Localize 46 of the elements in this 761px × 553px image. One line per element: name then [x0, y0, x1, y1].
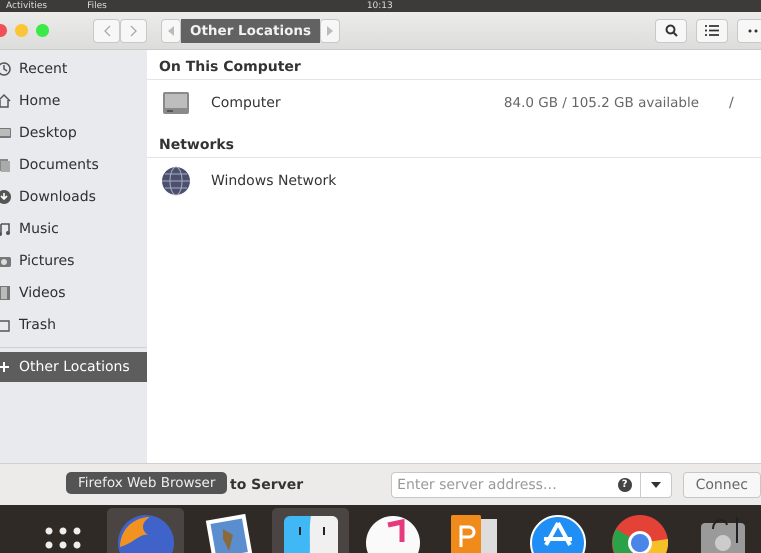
desktop-icon	[0, 125, 12, 141]
help-badge[interactable]: ?	[618, 478, 632, 492]
connect-label: to Server	[230, 476, 304, 492]
film-icon	[0, 285, 12, 301]
chrome-icon	[612, 513, 668, 553]
home-icon	[0, 93, 12, 109]
clock[interactable]: 10:13	[366, 1, 393, 11]
app-menu[interactable]: Files	[87, 1, 107, 11]
search-button[interactable]	[655, 18, 687, 42]
triangle-right-icon	[327, 26, 334, 36]
tooltip: Firefox Web Browser	[66, 472, 228, 494]
list-view-button[interactable]	[696, 18, 728, 42]
sidebar-item[interactable]: Recent	[0, 53, 147, 85]
music-icon	[0, 221, 12, 237]
location-row[interactable]: Computer 84.0 GB / 105.2 GB available /	[147, 80, 761, 126]
sidebar-item[interactable]: Downloads	[0, 181, 147, 213]
section-heading: On This Computer	[147, 55, 761, 80]
documents-icon	[0, 157, 12, 173]
sidebar-item[interactable]: Music	[0, 213, 147, 245]
path-crumb[interactable]: Other Locations	[181, 18, 320, 42]
connect-button[interactable]: Connec	[682, 472, 761, 498]
app-store-icon	[530, 513, 586, 553]
sidebar-item[interactable]: Videos	[0, 277, 147, 309]
activities-button[interactable]: Activities	[6, 1, 48, 11]
sidebar-item[interactable]: Home	[0, 85, 147, 117]
chevron-right-icon	[130, 24, 138, 36]
sidebar-item[interactable]: Other Locations	[0, 352, 147, 382]
more-button[interactable]	[737, 18, 761, 42]
list-icon	[705, 25, 719, 36]
caret-icon	[650, 482, 661, 488]
search-icon	[664, 24, 678, 37]
sidebar-item[interactable]: Pictures	[0, 245, 147, 277]
sidebar-item[interactable]: Trash	[0, 309, 147, 341]
chevron-left-icon	[102, 24, 110, 36]
triangle-left-icon	[168, 26, 174, 36]
server-address-combo[interactable]: Enter server address… ?	[391, 472, 672, 498]
sidebar-item[interactable]: Desktop	[0, 117, 147, 149]
download-icon	[0, 189, 12, 205]
globe-icon	[161, 166, 191, 196]
plus-icon	[0, 359, 12, 375]
dots-icon	[748, 28, 758, 32]
clock-icon	[0, 61, 12, 77]
location-row[interactable]: Windows Network	[147, 158, 761, 204]
section-heading: Networks	[147, 133, 761, 158]
dock-app-button[interactable]	[272, 508, 349, 553]
sidebar-item[interactable]: Documents	[0, 149, 147, 181]
